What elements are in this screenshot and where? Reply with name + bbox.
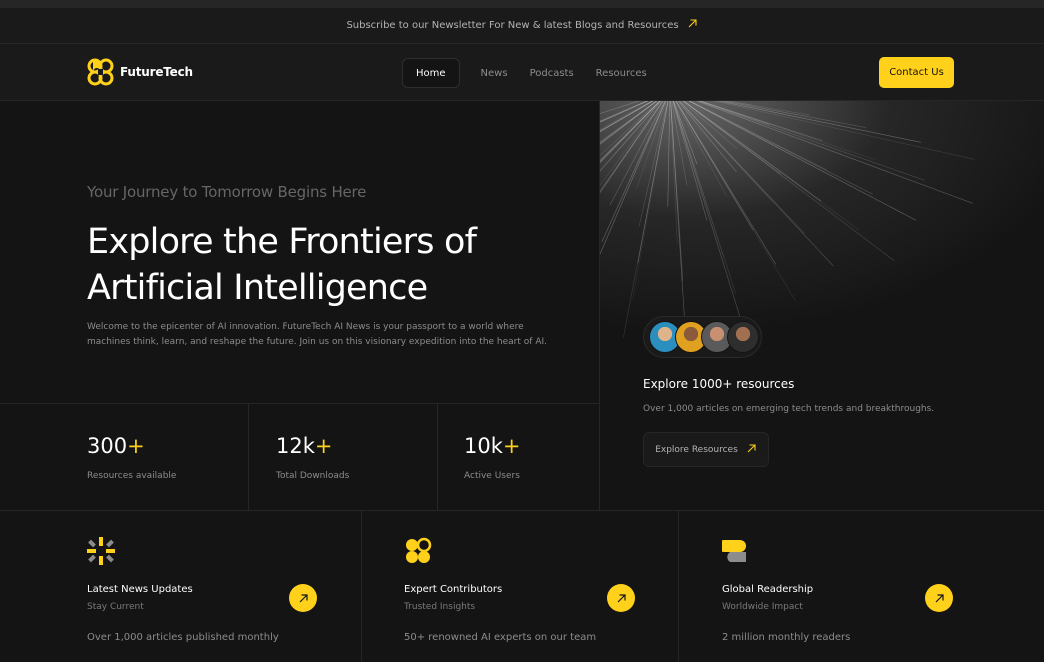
brand-logo[interactable]: FutureTech xyxy=(87,58,193,86)
top-navigation: FutureTech Home News Podcasts Resources … xyxy=(0,44,1044,101)
stat-downloads: 12k+ Total Downloads xyxy=(249,404,438,511)
nav-news[interactable]: News xyxy=(470,58,519,88)
circles-icon xyxy=(406,537,432,563)
arrow-up-right-icon xyxy=(687,18,698,33)
explore-resources-label: Explore Resources xyxy=(655,444,738,455)
nav-resources[interactable]: Resources xyxy=(585,58,658,88)
nav-home[interactable]: Home xyxy=(402,58,460,88)
headline-line-2: Artificial Intelligence xyxy=(87,268,428,308)
feature-title: Latest News Updates xyxy=(87,584,193,595)
stat-resources: 300+ Resources available xyxy=(0,404,249,511)
feature-title: Expert Contributors xyxy=(404,584,503,595)
stat-value: 10k+ xyxy=(464,434,521,458)
arrow-up-right-icon xyxy=(299,593,308,602)
arrow-up-right-icon xyxy=(617,593,626,602)
newsletter-banner[interactable]: Subscribe to our Newsletter For New & la… xyxy=(0,8,1044,44)
feature-description: Over 1,000 articles published monthly xyxy=(87,632,279,643)
stat-value: 12k+ xyxy=(276,434,333,458)
avatar xyxy=(727,321,759,353)
stat-label: Resources available xyxy=(87,471,177,481)
feature-subtitle: Trusted Insights xyxy=(404,602,476,612)
stat-value: 300+ xyxy=(87,434,145,458)
banner-text[interactable]: Subscribe to our Newsletter For New & la… xyxy=(346,20,678,31)
resources-title: Explore 1000+ resources xyxy=(643,377,795,391)
feature-arrow-button[interactable] xyxy=(289,584,317,612)
feature-title: Global Readership xyxy=(722,584,814,595)
feature-news: Latest News Updates Stay Current Over 1,… xyxy=(0,511,362,662)
stat-label: Total Downloads xyxy=(276,471,350,481)
feature-description: 2 million monthly readers xyxy=(722,632,851,643)
avatar-group xyxy=(643,316,762,358)
top-strip xyxy=(0,0,1044,8)
sparkle-icon xyxy=(87,537,115,565)
feature-subtitle: Worldwide Impact xyxy=(722,602,803,612)
brand-name: FutureTech xyxy=(120,65,193,79)
feature-readership: Global Readership Worldwide Impact 2 mil… xyxy=(679,511,1044,662)
futuretech-logo-icon xyxy=(87,58,114,86)
feature-contributors: Expert Contributors Trusted Insights 50+… xyxy=(362,511,679,662)
feature-subtitle: Stay Current xyxy=(87,602,144,612)
stat-label: Active Users xyxy=(464,471,520,481)
stats-row: 300+ Resources available 12k+ Total Down… xyxy=(0,403,599,511)
stat-users: 10k+ Active Users xyxy=(438,404,599,511)
feature-arrow-button[interactable] xyxy=(925,584,953,612)
features-row: Latest News Updates Stay Current Over 1,… xyxy=(0,510,1044,662)
arrow-up-right-icon xyxy=(935,593,944,602)
contact-us-button[interactable]: Contact Us xyxy=(879,57,954,88)
headline-line-1: Explore the Frontiers of xyxy=(87,222,477,262)
hero-eyebrow: Your Journey to Tomorrow Begins Here xyxy=(87,183,367,201)
resources-panel: Explore 1000+ resources Over 1,000 artic… xyxy=(599,101,1044,510)
explore-resources-button[interactable]: Explore Resources xyxy=(643,432,769,467)
hero-section: Your Journey to Tomorrow Begins Here Exp… xyxy=(0,101,599,403)
hero-description: Welcome to the epicenter of AI innovatio… xyxy=(87,322,547,347)
feature-description: 50+ renowned AI experts on our team xyxy=(404,632,597,643)
arrow-up-right-icon xyxy=(746,443,757,457)
nav-podcasts[interactable]: Podcasts xyxy=(519,58,585,88)
layers-icon xyxy=(722,540,746,562)
resources-subtitle: Over 1,000 articles on emerging tech tre… xyxy=(643,404,935,414)
hero-headline: Explore the Frontiers of Artificial Inte… xyxy=(87,219,587,311)
feature-arrow-button[interactable] xyxy=(607,584,635,612)
nav-links: Home News Podcasts Resources xyxy=(402,58,658,88)
